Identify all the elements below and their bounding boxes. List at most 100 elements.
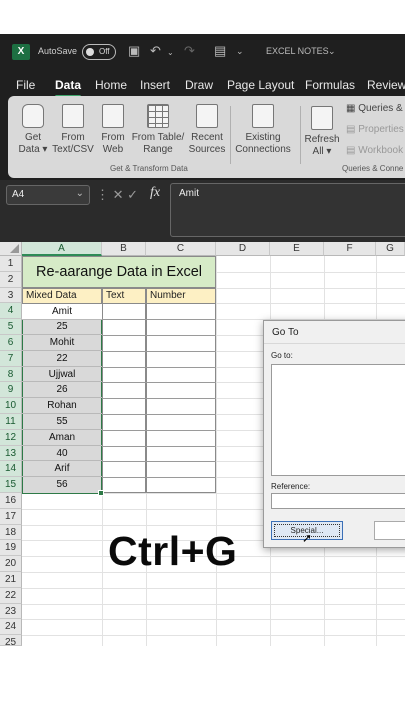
column-header-f[interactable]: F <box>324 242 376 256</box>
row-header[interactable]: 13 <box>0 445 22 462</box>
cell-a8[interactable]: Ujjwal <box>22 367 102 383</box>
tab-data[interactable]: Data <box>55 78 82 98</box>
cell-a11[interactable]: 55 <box>22 414 102 430</box>
formula-input[interactable]: Amit <box>170 183 405 237</box>
row-header[interactable]: 11 <box>0 414 22 430</box>
from-text-csv-button[interactable]: From Text/CSV <box>52 104 94 156</box>
row-header[interactable]: 25 <box>0 635 22 648</box>
row-header[interactable]: 8 <box>0 366 22 383</box>
refresh-icon <box>311 106 333 130</box>
cell-a15[interactable]: 56 <box>22 477 102 493</box>
row-header[interactable]: 23 <box>0 603 22 620</box>
reference-input[interactable] <box>271 493 405 509</box>
ok-button[interactable] <box>374 521 405 540</box>
column-header-e[interactable]: E <box>270 242 324 256</box>
refresh-all-button[interactable]: Refresh All ▾ <box>304 106 340 158</box>
get-data-label-2: Data ▾ <box>18 144 48 155</box>
cell-a7[interactable]: 22 <box>22 351 102 367</box>
cell-a4[interactable]: Amit <box>22 304 102 320</box>
column-header-c[interactable]: C <box>146 242 216 256</box>
row-header[interactable]: 12 <box>0 429 22 446</box>
dialog-divider <box>264 343 405 344</box>
row-header[interactable]: 3 <box>0 287 22 304</box>
goto-dialog: Go To Go to: Reference: Special... <box>263 320 405 548</box>
cell-a9[interactable]: 26 <box>22 382 102 399</box>
fill-handle[interactable] <box>98 490 104 496</box>
form-icon[interactable]: ▤ <box>214 43 226 59</box>
group-label-get-transform: Get & Transform Data <box>110 164 188 173</box>
row-header[interactable]: 9 <box>0 382 22 399</box>
header-cell-text[interactable]: Text <box>102 288 146 304</box>
row-header[interactable]: 21 <box>0 572 22 588</box>
row-header[interactable]: 5 <box>0 319 22 335</box>
table-line <box>102 445 216 447</box>
header-cell-number[interactable]: Number <box>146 288 216 304</box>
redo-icon[interactable]: ↷ <box>184 43 195 59</box>
column-header-d[interactable]: D <box>216 242 270 256</box>
properties-label: Properties <box>358 124 404 135</box>
workbook-links-button[interactable]: ▤ Workbook <box>346 145 403 156</box>
recent-sources-icon <box>196 104 218 128</box>
tab-formulas[interactable]: Formulas <box>305 78 355 92</box>
row-header[interactable]: 18 <box>0 524 22 541</box>
row-header[interactable]: 2 <box>0 271 22 288</box>
existing-connections-button[interactable]: Existing Connections <box>234 104 292 156</box>
row-header[interactable]: 14 <box>0 461 22 478</box>
column-header-b[interactable]: B <box>102 242 146 256</box>
tab-review[interactable]: Review <box>367 78 405 92</box>
row-header[interactable]: 22 <box>0 587 22 604</box>
undo-icon[interactable]: ↶ <box>150 43 161 59</box>
recent-sources-button[interactable]: Recent Sources <box>188 104 226 156</box>
document-title[interactable]: EXCEL NOTES <box>266 46 329 56</box>
table-line <box>102 461 216 463</box>
insert-function-icon[interactable]: fx <box>150 185 160 201</box>
group-label-queries: Queries & Conne <box>342 164 404 173</box>
autosave-toggle[interactable]: Off <box>82 44 116 60</box>
row-header[interactable]: 10 <box>0 398 22 414</box>
table-icon <box>147 104 169 128</box>
cell-a5[interactable]: 25 <box>22 319 102 335</box>
cancel-icon[interactable]: ✕ <box>113 187 124 202</box>
row-header[interactable]: 16 <box>0 493 22 509</box>
save-icon[interactable]: ▣ <box>128 43 140 59</box>
row-header[interactable]: 4 <box>0 303 22 320</box>
chevron-down-icon[interactable]: ⌄ <box>76 188 84 199</box>
undo-dropdown-icon[interactable]: ⌄ <box>167 48 174 57</box>
cell-a14[interactable]: Arif <box>22 461 102 478</box>
name-box-value: A4 <box>12 189 25 200</box>
enter-icon[interactable]: ✓ <box>127 187 138 202</box>
goto-list[interactable] <box>271 364 405 476</box>
formula-bar: A4 ⌄ ⋮ ✕ ✓ fx Amit <box>0 180 405 242</box>
name-box[interactable]: A4 ⌄ <box>6 185 90 205</box>
cell-a13[interactable]: 40 <box>22 446 102 462</box>
row-header[interactable]: 20 <box>0 556 22 572</box>
cell-a6[interactable]: Mohit <box>22 335 102 351</box>
customize-toolbar-icon[interactable]: ⌄ <box>236 46 244 57</box>
row-header[interactable]: 15 <box>0 477 22 493</box>
header-cell-mixed-data[interactable]: Mixed Data <box>22 288 102 304</box>
table-line <box>102 429 216 431</box>
cell-a10[interactable]: Rohan <box>22 398 102 414</box>
column-header-g[interactable]: G <box>376 242 405 256</box>
properties-button[interactable]: ▤ Properties <box>346 124 404 135</box>
row-header[interactable]: 7 <box>0 350 22 367</box>
row-header[interactable]: 17 <box>0 508 22 525</box>
cell-a12[interactable]: Aman <box>22 430 102 446</box>
tab-draw[interactable]: Draw <box>185 78 213 92</box>
tab-file[interactable]: File <box>16 78 35 92</box>
row-header[interactable]: 6 <box>0 335 22 351</box>
from-table-range-button[interactable]: From Table/ Range <box>130 104 186 156</box>
from-web-button[interactable]: From Web <box>98 104 128 156</box>
select-all-corner[interactable] <box>0 242 22 256</box>
title-dropdown-icon[interactable]: ⌄ <box>328 46 336 57</box>
row-header[interactable]: 19 <box>0 540 22 557</box>
tab-home[interactable]: Home <box>95 78 127 92</box>
queries-connections-button[interactable]: ▦ Queries & <box>346 103 403 114</box>
row-header[interactable]: 1 <box>0 256 22 272</box>
tab-page-layout[interactable]: Page Layout <box>227 78 294 92</box>
get-data-button[interactable]: Get Data ▾ <box>18 104 48 156</box>
sheet-title-cell[interactable]: Re-aarange Data in Excel <box>22 256 216 288</box>
row-header[interactable]: 24 <box>0 619 22 636</box>
column-header-a[interactable]: A <box>22 242 102 256</box>
tab-insert[interactable]: Insert <box>140 78 170 92</box>
